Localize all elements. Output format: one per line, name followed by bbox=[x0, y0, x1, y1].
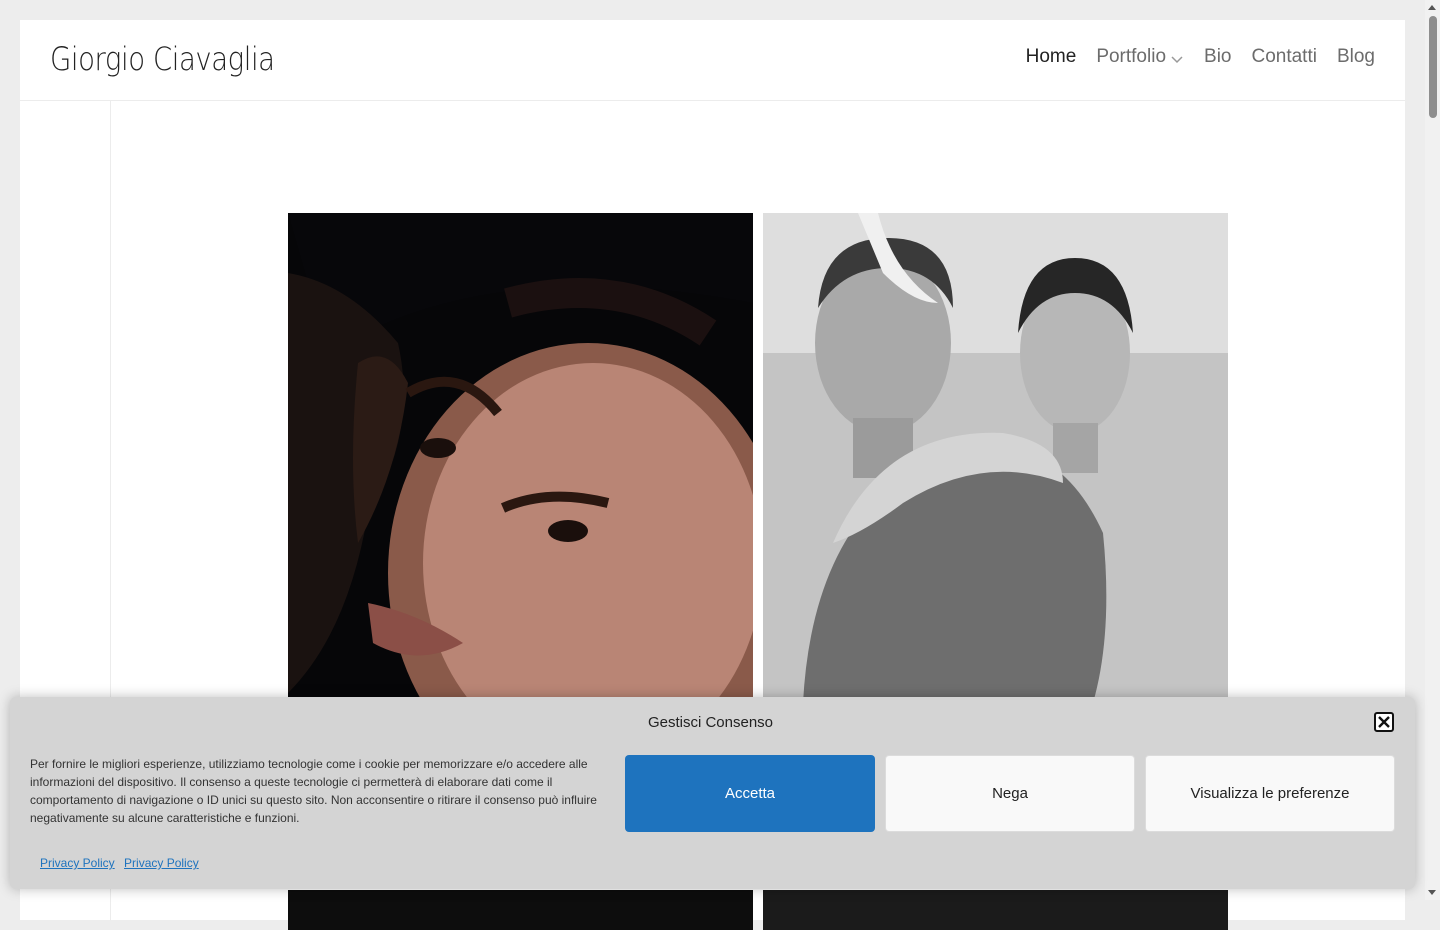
gallery-image-bottom-left[interactable] bbox=[288, 890, 753, 930]
nav-bio[interactable]: Bio bbox=[1204, 46, 1231, 68]
privacy-policy-link[interactable]: Privacy Policy bbox=[40, 856, 115, 870]
gallery-image-bw-collage[interactable] bbox=[763, 213, 1228, 703]
nav-portfolio[interactable]: Portfolio bbox=[1096, 46, 1184, 68]
cookie-consent-banner: Gestisci Consenso Per fornire le miglior… bbox=[10, 697, 1415, 889]
gallery-image-portrait-woman[interactable] bbox=[288, 213, 753, 703]
nav-blog[interactable]: Blog bbox=[1337, 46, 1375, 68]
nav-portfolio-label: Portfolio bbox=[1096, 46, 1167, 67]
policy-links: Privacy Policy Privacy Policy bbox=[40, 856, 205, 870]
nav-home[interactable]: Home bbox=[1026, 46, 1077, 68]
scroll-up-arrow-icon[interactable] bbox=[1428, 5, 1436, 10]
site-header: Giorgio Ciavaglia Home Portfolio Bio Con… bbox=[20, 20, 1405, 101]
site-logo[interactable]: Giorgio Ciavaglia bbox=[50, 40, 275, 78]
consent-title: Gestisci Consenso bbox=[647, 714, 774, 731]
chevron-down-icon bbox=[1171, 56, 1183, 64]
bw-collage-illustration bbox=[763, 213, 1228, 703]
view-preferences-button[interactable]: Visualizza le preferenze bbox=[1145, 755, 1395, 832]
scroll-down-arrow-icon[interactable] bbox=[1428, 890, 1436, 895]
main-nav: Home Portfolio Bio Contatti Blog bbox=[1006, 46, 1375, 68]
gallery-image-bottom-right[interactable] bbox=[763, 890, 1228, 930]
portrait-woman-illustration bbox=[288, 213, 753, 703]
scroll-thumb[interactable] bbox=[1429, 16, 1437, 118]
nav-contatti[interactable]: Contatti bbox=[1251, 46, 1316, 68]
page-scrollbar[interactable] bbox=[1425, 0, 1440, 900]
accept-button[interactable]: Accetta bbox=[625, 755, 875, 832]
close-icon bbox=[1378, 716, 1390, 728]
consent-close-button[interactable] bbox=[1374, 712, 1394, 732]
consent-message: Per fornire le migliori esperienze, util… bbox=[30, 757, 597, 825]
privacy-policy-link-2[interactable]: Privacy Policy bbox=[124, 856, 199, 870]
deny-button[interactable]: Nega bbox=[885, 755, 1135, 832]
